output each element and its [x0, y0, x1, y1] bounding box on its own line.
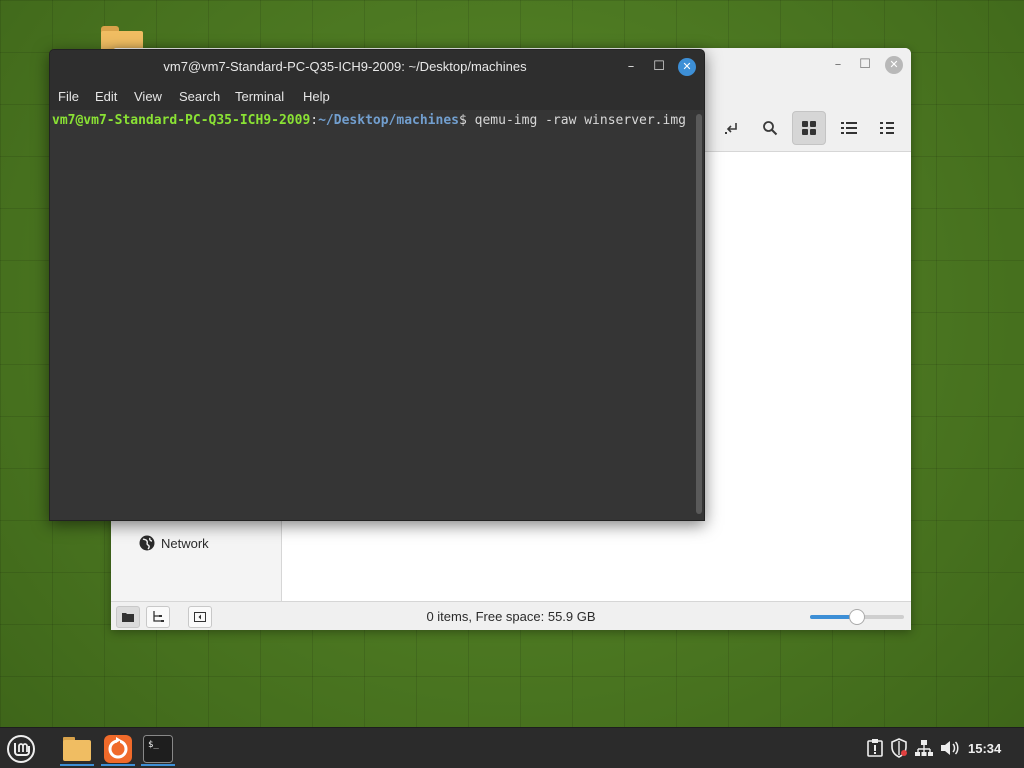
- close-icon[interactable]: ✕: [885, 56, 903, 74]
- compact-view-icon[interactable]: [870, 111, 904, 145]
- zoom-slider-thumb[interactable]: [849, 609, 865, 625]
- volume-icon[interactable]: [940, 738, 960, 758]
- terminal-scrollbar[interactable]: [696, 114, 702, 514]
- tree-toggle-icon[interactable]: [146, 606, 170, 628]
- mint-logo-icon[interactable]: [2, 731, 40, 766]
- places-toggle-icon[interactable]: [116, 606, 140, 628]
- terminal-window: vm7@vm7-Standard-PC-Q35-ICH9-2009: ~/Des…: [49, 49, 705, 521]
- terminal-output[interactable]: vm7@vm7-Standard-PC-Q35-ICH9-2009:~/Desk…: [50, 110, 704, 520]
- terminal-title: vm7@vm7-Standard-PC-Q35-ICH9-2009: ~/Des…: [163, 59, 527, 74]
- sidebar-item-network[interactable]: Network: [139, 532, 209, 554]
- menu-edit[interactable]: Edit: [95, 88, 117, 106]
- menu-search[interactable]: Search: [179, 88, 220, 106]
- prompt-user-host: vm7@vm7-Standard-PC-Q35-ICH9-2009: [52, 113, 311, 128]
- prompt-separator: :: [310, 113, 319, 128]
- terminal-menubar: File Edit View Search Terminal Help: [50, 84, 704, 110]
- maximize-icon[interactable]: ☐: [650, 58, 668, 76]
- typed-command: qemu-img -raw winserver.img: [474, 113, 686, 128]
- taskbar-clock[interactable]: 15:34: [968, 728, 1008, 768]
- zoom-slider[interactable]: [810, 609, 904, 625]
- minimize-icon[interactable]: –: [622, 58, 640, 76]
- hide-sidebar-icon[interactable]: [188, 606, 212, 628]
- menu-help[interactable]: Help: [303, 88, 330, 106]
- maximize-icon[interactable]: ☐: [856, 56, 874, 74]
- taskbar: $_ 15:34: [0, 727, 1024, 768]
- svg-text:$_: $_: [148, 740, 159, 750]
- status-text: 0 items, Free space: 55.9 GB: [426, 609, 596, 624]
- prompt-symbol: $: [459, 113, 475, 128]
- taskbar-files-icon[interactable]: [58, 731, 96, 766]
- terminal-titlebar[interactable]: vm7@vm7-Standard-PC-Q35-ICH9-2009: ~/Des…: [50, 50, 704, 84]
- shield-icon[interactable]: [889, 738, 909, 758]
- search-icon[interactable]: [753, 111, 787, 145]
- terminal-command-line: vm7@vm7-Standard-PC-Q35-ICH9-2009:~/Desk…: [52, 112, 692, 130]
- clipboard-alert-icon[interactable]: [865, 738, 885, 758]
- prompt-path: ~/Desktop/machines: [318, 113, 459, 128]
- menu-terminal[interactable]: Terminal: [235, 88, 284, 106]
- list-view-icon[interactable]: [832, 111, 866, 145]
- close-icon[interactable]: ✕: [678, 58, 696, 76]
- icon-view-icon[interactable]: [792, 111, 826, 145]
- globe-icon: [139, 535, 155, 551]
- go-to-location-icon[interactable]: [715, 111, 749, 145]
- taskbar-update-manager-icon[interactable]: [99, 731, 137, 766]
- menu-view[interactable]: View: [134, 88, 162, 106]
- status-bar: 0 items, Free space: 55.9 GB: [111, 601, 911, 630]
- taskbar-terminal-icon[interactable]: $_: [139, 731, 177, 766]
- menu-file[interactable]: File: [58, 88, 79, 106]
- sidebar-item-label: Network: [161, 535, 209, 551]
- network-icon[interactable]: [914, 738, 934, 758]
- minimize-icon[interactable]: –: [829, 56, 847, 74]
